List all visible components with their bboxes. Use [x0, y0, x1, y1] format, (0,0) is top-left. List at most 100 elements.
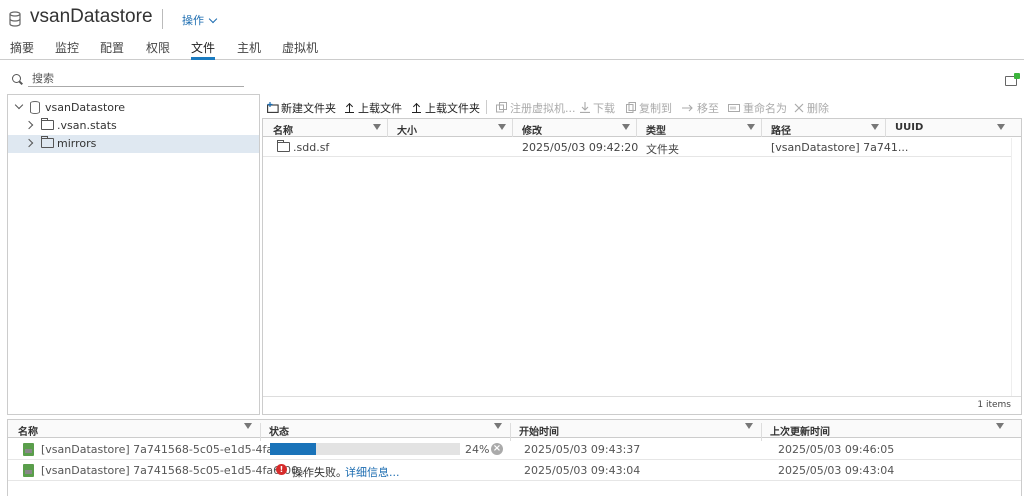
task-start-time: 2025/05/03 09:43:37	[524, 443, 641, 456]
datastore-icon	[30, 101, 40, 114]
column-header-task-name[interactable]: 名称	[18, 423, 38, 438]
filter-icon[interactable]	[622, 124, 630, 130]
tree-item-mirrors[interactable]: mirrors	[8, 135, 259, 153]
column-header-uuid[interactable]: UUID	[895, 122, 923, 133]
upload-icon	[412, 103, 421, 113]
filter-icon[interactable]	[996, 423, 1004, 429]
filter-icon[interactable]	[494, 423, 502, 429]
recent-tasks-panel: 名称 状态 开始时间 上次更新时间 [vsanDatastore] 7a7415…	[7, 419, 1022, 496]
column-header-start-time[interactable]: 开始时间	[519, 423, 559, 438]
column-header-status[interactable]: 状态	[269, 423, 289, 438]
tab-files[interactable]: 文件	[191, 39, 216, 60]
task-name[interactable]: [vsanDatastore] 7a741568-5c05-e1d5-4fa6-…	[41, 443, 309, 456]
file-grid: 名称 大小 修改 类型 路径 UUID .sdd.sf 2025/05/03 0…	[262, 118, 1022, 415]
file-name[interactable]: .sdd.sf	[293, 141, 329, 154]
file-path: [vsanDatastore] 7a741...	[771, 141, 909, 154]
progress-bar	[270, 443, 460, 455]
column-header-type[interactable]: 类型	[646, 122, 666, 137]
file-modified: 2025/05/03 09:42:20	[522, 141, 639, 154]
column-header-path[interactable]: 路径	[771, 122, 791, 137]
tab-vms[interactable]: 虚拟机	[282, 39, 318, 60]
download-label: 下载	[593, 102, 615, 115]
copy-to-button[interactable]: 复制到	[626, 100, 672, 116]
filter-icon[interactable]	[244, 423, 252, 429]
actions-menu-button[interactable]: 操作	[182, 12, 218, 28]
rename-button[interactable]: 重命名为	[728, 100, 787, 116]
datastore-icon	[9, 11, 21, 27]
filter-icon[interactable]	[997, 124, 1005, 130]
folder-icon	[41, 136, 54, 148]
tree-item-label: mirrors	[57, 137, 97, 150]
upload-folder-button[interactable]: 上载文件夹	[412, 100, 480, 116]
chevron-down-icon[interactable]	[14, 100, 24, 110]
filter-icon[interactable]	[498, 124, 506, 130]
rename-icon	[728, 104, 740, 112]
column-header-modified[interactable]: 修改	[522, 122, 542, 137]
actions-label: 操作	[182, 14, 204, 27]
download-icon	[580, 102, 590, 113]
arrow-right-icon	[682, 104, 693, 112]
error-icon: !	[276, 464, 287, 475]
new-folder-label: 新建文件夹	[281, 102, 336, 115]
task-icon	[23, 443, 34, 456]
column-header-last-updated[interactable]: 上次更新时间	[770, 423, 830, 438]
task-icon	[23, 464, 34, 477]
filter-icon[interactable]	[745, 423, 753, 429]
table-row[interactable]: .sdd.sf 2025/05/03 09:42:20 文件夹 [vsanDat…	[263, 138, 1011, 157]
new-window-icon[interactable]	[1005, 73, 1020, 86]
chevron-down-icon	[208, 14, 218, 24]
move-to-button[interactable]: 移至	[682, 100, 719, 116]
filter-icon[interactable]	[747, 124, 755, 130]
search-icon	[12, 74, 21, 83]
filter-icon[interactable]	[373, 124, 381, 130]
folder-tree: vsanDatastore .vsan.stats mirrors	[7, 94, 260, 415]
download-button[interactable]: 下载	[580, 100, 615, 116]
tree-item-label: .vsan.stats	[57, 119, 117, 132]
tree-item-label: vsanDatastore	[45, 101, 126, 114]
rename-label: 重命名为	[743, 102, 787, 115]
task-name[interactable]: [vsanDatastore] 7a741568-5c05-e1d5-4fa6-…	[41, 464, 309, 477]
tree-item-vsan-stats[interactable]: .vsan.stats	[8, 117, 259, 135]
new-folder-button[interactable]: 新建文件夹	[267, 100, 336, 116]
vertical-scrollbar[interactable]	[1011, 138, 1021, 396]
tab-summary[interactable]: 摘要	[10, 39, 34, 60]
register-vm-icon	[496, 102, 507, 113]
grid-header: 名称 大小 修改 类型 路径 UUID	[263, 119, 1021, 137]
header-divider	[162, 9, 163, 29]
progress-label: 24%	[465, 443, 490, 456]
upload-file-button[interactable]: 上载文件	[345, 100, 402, 116]
progress-fill	[270, 443, 316, 455]
new-folder-icon	[267, 102, 279, 113]
grid-footer: 1 items	[263, 396, 1021, 414]
copy-to-label: 复制到	[639, 102, 672, 115]
folder-icon	[41, 118, 54, 130]
tab-monitor[interactable]: 监控	[55, 39, 79, 60]
filter-icon[interactable]	[871, 124, 879, 130]
search-input[interactable]	[28, 70, 244, 87]
upload-icon	[345, 103, 354, 113]
delete-label: 删除	[807, 102, 829, 115]
tab-configure[interactable]: 配置	[100, 39, 124, 60]
details-link[interactable]: 详细信息...	[345, 464, 400, 480]
task-start-time: 2025/05/03 09:43:04	[524, 464, 641, 477]
column-header-name[interactable]: 名称	[273, 122, 293, 137]
object-header: vsanDatastore 操作	[0, 0, 1024, 38]
chevron-right-icon[interactable]	[24, 138, 34, 148]
upload-folder-label: 上载文件夹	[425, 102, 480, 115]
tab-hosts[interactable]: 主机	[237, 39, 261, 60]
task-row[interactable]: [vsanDatastore] 7a741568-5c05-e1d5-4fa6-…	[8, 460, 1021, 481]
register-vm-label: 注册虚拟机...	[510, 102, 576, 115]
chevron-right-icon[interactable]	[24, 120, 34, 130]
column-header-size[interactable]: 大小	[397, 122, 417, 137]
tree-root[interactable]: vsanDatastore	[8, 99, 259, 117]
cancel-icon[interactable]: ×	[491, 443, 503, 455]
task-row[interactable]: [vsanDatastore] 7a741568-5c05-e1d5-4fa6-…	[8, 439, 1021, 460]
tab-permissions[interactable]: 权限	[146, 39, 170, 60]
close-icon	[794, 103, 804, 113]
tasks-header: 名称 状态 开始时间 上次更新时间	[8, 420, 1021, 441]
tab-bar: 摘要 监控 配置 权限 文件 主机 虚拟机	[0, 38, 1024, 60]
file-toolbar: 新建文件夹 上载文件 上载文件夹 注册虚拟机... 下载 复制到 移至 重命名为…	[262, 98, 1022, 116]
move-to-label: 移至	[697, 102, 719, 115]
delete-button[interactable]: 删除	[794, 100, 829, 116]
register-vm-button[interactable]: 注册虚拟机...	[496, 100, 576, 116]
